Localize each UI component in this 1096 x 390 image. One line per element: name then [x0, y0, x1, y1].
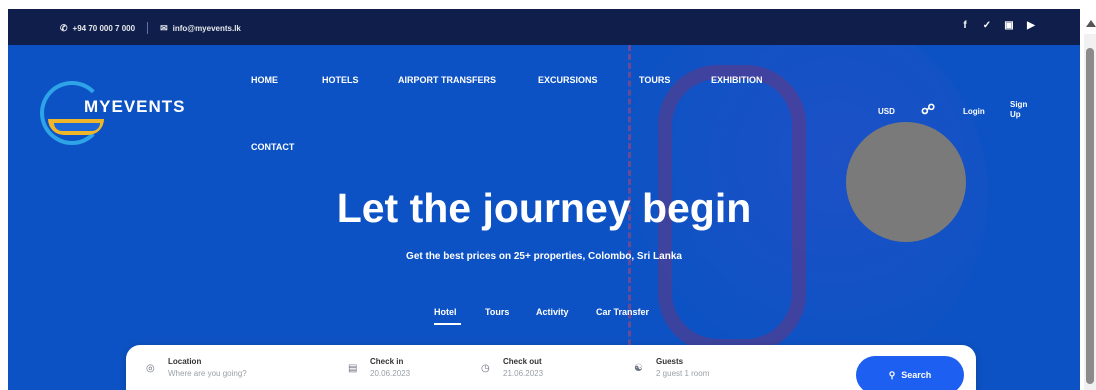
- logo-wave: [54, 123, 100, 131]
- contact-info: ✆ +94 70 000 7 000 ✉ info@myevents.lk: [60, 22, 241, 34]
- hero-section: MYEVENTS HOME HOTELS AIRPORT TRANSFERS E…: [8, 45, 1080, 390]
- guests-label: Guests: [656, 357, 684, 366]
- calendar-icon: ▤: [348, 363, 358, 374]
- search-bar: ◎ Location Where are you going? ▤ Check …: [126, 345, 976, 390]
- scrollbar-thumb[interactable]: [1086, 48, 1094, 384]
- mail-icon: ✉: [160, 22, 168, 33]
- logo-text: MYEVENTS: [84, 97, 186, 116]
- search-icon: ⚲: [888, 369, 896, 380]
- nav-item-tours[interactable]: TOURS: [639, 75, 670, 85]
- page-title: Let the journey begin: [336, 185, 752, 231]
- page-subtitle: Get the best prices on 25+ properties, C…: [406, 251, 682, 262]
- divider: [147, 22, 149, 34]
- tab-tours[interactable]: Tours: [485, 307, 509, 317]
- guests-value[interactable]: 2 guest 1 room: [656, 369, 709, 378]
- search-button[interactable]: ⚲ Search: [856, 356, 964, 390]
- signup-link[interactable]: Sign Up: [1010, 100, 1040, 120]
- nav-item-exhibition[interactable]: EXHIBITION: [711, 75, 763, 85]
- active-tab-indicator: [434, 323, 461, 325]
- brand-logo[interactable]: MYEVENTS: [40, 81, 200, 145]
- checkin-label: Check in: [370, 357, 404, 366]
- checkin-date[interactable]: 20.06.2023: [370, 369, 410, 378]
- email-address[interactable]: info@myevents.lk: [173, 24, 241, 33]
- tab-activity[interactable]: Activity: [536, 307, 569, 317]
- nav-item-airport-transfers[interactable]: AIRPORT TRANSFERS: [398, 75, 496, 85]
- phone-number[interactable]: +94 70 000 7 000: [73, 24, 136, 33]
- twitter-icon[interactable]: ✓: [982, 20, 992, 31]
- youtube-icon[interactable]: ▶: [1026, 20, 1036, 31]
- guests-icon: ☯: [634, 363, 643, 374]
- nav-item-hotels[interactable]: HOTELS: [322, 75, 359, 85]
- tab-hotel[interactable]: Hotel: [434, 307, 457, 317]
- login-link[interactable]: Login: [963, 107, 985, 116]
- location-input[interactable]: Where are you going?: [168, 369, 247, 378]
- clock-icon: ◷: [481, 363, 490, 374]
- top-bar: ✆ +94 70 000 7 000 ✉ info@myevents.lk f …: [8, 9, 1080, 45]
- nav-item-home[interactable]: HOME: [251, 75, 278, 85]
- currency-selector[interactable]: USD: [878, 107, 895, 116]
- search-button-label: Search: [901, 370, 932, 380]
- checkout-date[interactable]: 21.06.2023: [503, 369, 543, 378]
- instagram-icon[interactable]: ▣: [1004, 20, 1014, 31]
- location-pin-icon: ◎: [146, 363, 155, 374]
- nav-item-contact[interactable]: CONTACT: [251, 142, 294, 152]
- nav-item-excursions[interactable]: EXCURSIONS: [538, 75, 598, 85]
- checkout-label: Check out: [503, 357, 542, 366]
- tab-car-transfer[interactable]: Car Transfer: [596, 307, 649, 317]
- facebook-icon[interactable]: f: [960, 20, 970, 31]
- phone-icon: ✆: [60, 22, 68, 33]
- cart-icon[interactable]: ☍: [921, 101, 935, 118]
- scroll-up-icon[interactable]: [1086, 20, 1096, 27]
- location-label: Location: [168, 357, 202, 366]
- social-links: f ✓ ▣ ▶: [960, 20, 1036, 31]
